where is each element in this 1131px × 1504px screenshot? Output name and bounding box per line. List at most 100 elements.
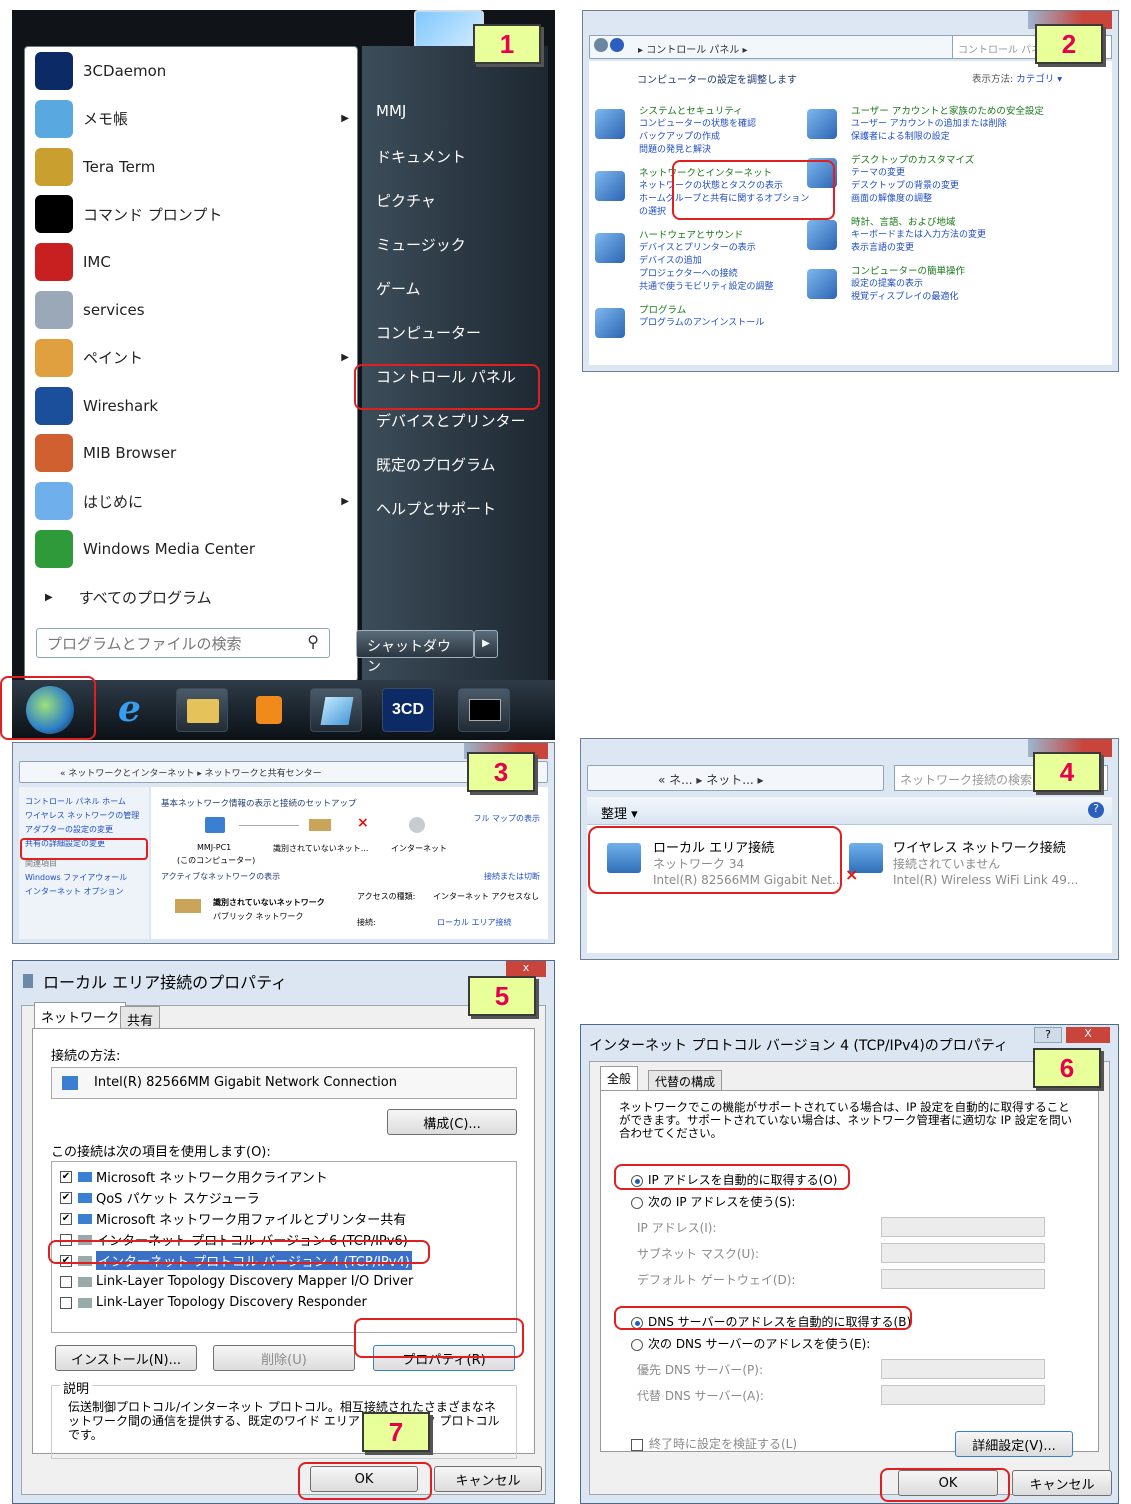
start-place-item[interactable]: ピクチャ — [376, 190, 436, 211]
category-link[interactable]: プログラムのアンインストール — [639, 317, 849, 330]
full-map-link[interactable]: フル マップの表示 — [473, 813, 540, 824]
tab-network[interactable]: ネットワーク — [34, 1002, 127, 1030]
address-bar[interactable]: « ネ... ▸ ネット... ▸ — [587, 765, 884, 791]
see-also-link[interactable]: Windows ファイアウォール — [25, 871, 143, 885]
bench-icon — [175, 899, 201, 913]
checkbox-icon[interactable]: ✔ — [60, 1191, 72, 1204]
cancel-button[interactable]: キャンセル — [1012, 1470, 1112, 1496]
help-button[interactable]: ? — [1034, 1027, 1062, 1043]
submenu-arrow-icon: ▶ — [341, 352, 349, 364]
connection-link[interactable]: ローカル エリア接続 — [437, 917, 512, 928]
start-program-item[interactable]: はじめに ▶ — [35, 479, 355, 523]
task-link[interactable]: コントロール パネル ホーム — [25, 795, 143, 809]
start-place-item[interactable]: デバイスとプリンター — [376, 410, 526, 431]
start-program-item[interactable]: Wireshark — [35, 384, 355, 428]
category-link[interactable]: 視覚ディスプレイの最適化 — [851, 291, 1061, 304]
tab-alternate[interactable]: 代替の構成 — [648, 1070, 723, 1092]
3cdaemon-taskbar-icon[interactable]: 3CD — [382, 688, 434, 732]
items-label: この接続は次の項目を使用します(O): — [51, 1145, 271, 1160]
close-button[interactable]: X — [1066, 1027, 1110, 1043]
getting-started-icon — [35, 482, 73, 521]
start-place-item[interactable]: MMJ — [376, 102, 406, 120]
component-row[interactable]: ✔ Microsoft ネットワーク用ファイルとプリンター共有 — [52, 1208, 516, 1229]
shutdown-options-button[interactable]: ▶ — [474, 630, 498, 658]
organize-menu[interactable]: 整理 ▾ — [601, 803, 638, 822]
checkbox-icon[interactable]: ✔ — [60, 1170, 72, 1183]
start-place-item[interactable]: ヘルプとサポート — [376, 498, 496, 519]
start-search-input[interactable]: プログラムとファイルの検索 ⚲ — [36, 628, 330, 658]
tab-general[interactable]: 全般 — [600, 1066, 639, 1090]
category-icon — [595, 171, 625, 201]
program-label: メモ帳 — [83, 110, 129, 129]
see-also-link[interactable]: インターネット オプション — [25, 885, 143, 899]
main-pane: 基本ネットワーク情報の表示と接続のセットアップ フル マップの表示 × MMJ-… — [151, 787, 548, 939]
view-by[interactable]: 表示方法: カテゴリ ▾ — [972, 71, 1062, 85]
tab-content: ネットワークでこの機能がサポートされている場合は、IP 設定を自動的に取得するこ… — [600, 1090, 1099, 1457]
component-row[interactable]: ✔ Microsoft ネットワーク用クライアント — [52, 1166, 516, 1187]
start-program-item[interactable]: IMC — [35, 240, 355, 284]
category-heading[interactable]: デスクトップのカスタマイズ — [851, 154, 1061, 167]
start-program-item[interactable]: ペイント ▶ — [35, 336, 355, 380]
forward-icon[interactable] — [610, 38, 624, 52]
paint-icon — [35, 338, 73, 377]
component-row[interactable]: Link-Layer Topology Discovery Responder — [52, 1292, 516, 1313]
task-link[interactable]: アダプターの設定の変更 — [25, 823, 143, 837]
category-link[interactable]: 表示言語の変更 — [851, 242, 1061, 255]
category-heading[interactable]: プログラム — [639, 304, 849, 317]
category-link[interactable]: テーマの変更 — [851, 167, 1061, 180]
start-program-item[interactable]: 3CDaemon — [35, 49, 355, 93]
category-heading[interactable]: 時計、言語、および地域 — [851, 216, 1061, 229]
connection-item[interactable]: × ワイヤレス ネットワーク接続 接続されていません Intel(R) Wire… — [845, 837, 1109, 889]
network-type[interactable]: パブリック ネットワーク — [213, 911, 304, 922]
configure-button[interactable]: 構成(C)... — [387, 1109, 517, 1135]
media-player-taskbar-icon[interactable] — [248, 688, 292, 732]
start-place-item[interactable]: 既定のプログラム — [376, 454, 496, 475]
shutdown-button[interactable]: シャットダウン — [356, 630, 474, 675]
validate-checkbox[interactable]: 終了時に設定を検証する(L) — [631, 1435, 797, 1452]
start-place-item[interactable]: ミュージック — [376, 234, 466, 255]
notepad-taskbar-icon[interactable] — [310, 688, 362, 732]
category-link[interactable]: 問題の発見と解決 — [639, 144, 849, 157]
advanced-button[interactable]: 詳細設定(V)... — [955, 1431, 1073, 1457]
help-icon[interactable]: ? — [1088, 802, 1104, 818]
start-program-item[interactable]: メモ帳 ▶ — [35, 97, 355, 141]
category-heading[interactable]: コンピューターの簡単操作 — [851, 265, 1061, 278]
checkbox-icon[interactable]: ✔ — [60, 1212, 72, 1225]
component-row[interactable]: ✔ QoS パケット スケジューラ — [52, 1187, 516, 1208]
all-programs[interactable]: ▶ すべてのプログラム — [45, 587, 212, 608]
checkbox-icon[interactable] — [60, 1296, 72, 1309]
category-heading[interactable]: ユーザー アカウントと家族のための安全設定 — [851, 105, 1061, 118]
cmd-taskbar-icon[interactable] — [458, 688, 510, 732]
internet-explorer-icon[interactable]: e — [118, 688, 141, 730]
task-link[interactable]: ワイヤレス ネットワークの管理 — [25, 809, 143, 823]
connect-disconnect-link[interactable]: 接続または切断 — [484, 871, 540, 882]
close-button[interactable]: x — [506, 961, 546, 977]
start-program-item[interactable]: Windows Media Center — [35, 527, 355, 571]
start-program-item[interactable]: MIB Browser — [35, 431, 355, 475]
start-program-item[interactable]: コマンド プロンプト — [35, 192, 355, 236]
start-program-item[interactable]: Tera Term — [35, 145, 355, 189]
start-program-item[interactable]: services — [35, 288, 355, 332]
component-icon — [78, 1276, 92, 1287]
category-link[interactable]: 設定の提案の表示 — [851, 278, 1061, 291]
back-icon[interactable] — [594, 38, 608, 52]
start-place-item[interactable]: ドキュメント — [376, 146, 466, 167]
start-place-item[interactable]: ゲーム — [376, 278, 421, 299]
component-row[interactable]: Link-Layer Topology Discovery Mapper I/O… — [52, 1271, 516, 1292]
cancel-button[interactable]: キャンセル — [434, 1466, 542, 1492]
checkbox-icon[interactable] — [60, 1275, 72, 1288]
category-link[interactable]: 画面の解像度の調整 — [851, 193, 1061, 206]
highlight-start-orb — [0, 676, 96, 740]
category-link[interactable]: ユーザー アカウントの追加または削除 — [851, 118, 1061, 131]
manual-dns-radio[interactable]: 次の DNS サーバーのアドレスを使う(E): — [631, 1335, 870, 1352]
start-place-item[interactable]: コンピューター — [376, 322, 481, 343]
category-link[interactable]: デスクトップの背景の変更 — [851, 180, 1061, 193]
category-link[interactable]: キーボードまたは入力方法の変更 — [851, 229, 1061, 242]
category-link[interactable]: デバイスの追加 — [639, 255, 849, 268]
install-button[interactable]: インストール(N)... — [55, 1345, 197, 1371]
category-link[interactable]: 保護者による制限の設定 — [851, 131, 1061, 144]
component-label: QoS パケット スケジューラ — [96, 1192, 260, 1207]
category-icon — [807, 269, 837, 299]
explorer-taskbar-icon[interactable] — [176, 688, 228, 732]
manual-ip-radio[interactable]: 次の IP アドレスを使う(S): — [631, 1193, 795, 1210]
